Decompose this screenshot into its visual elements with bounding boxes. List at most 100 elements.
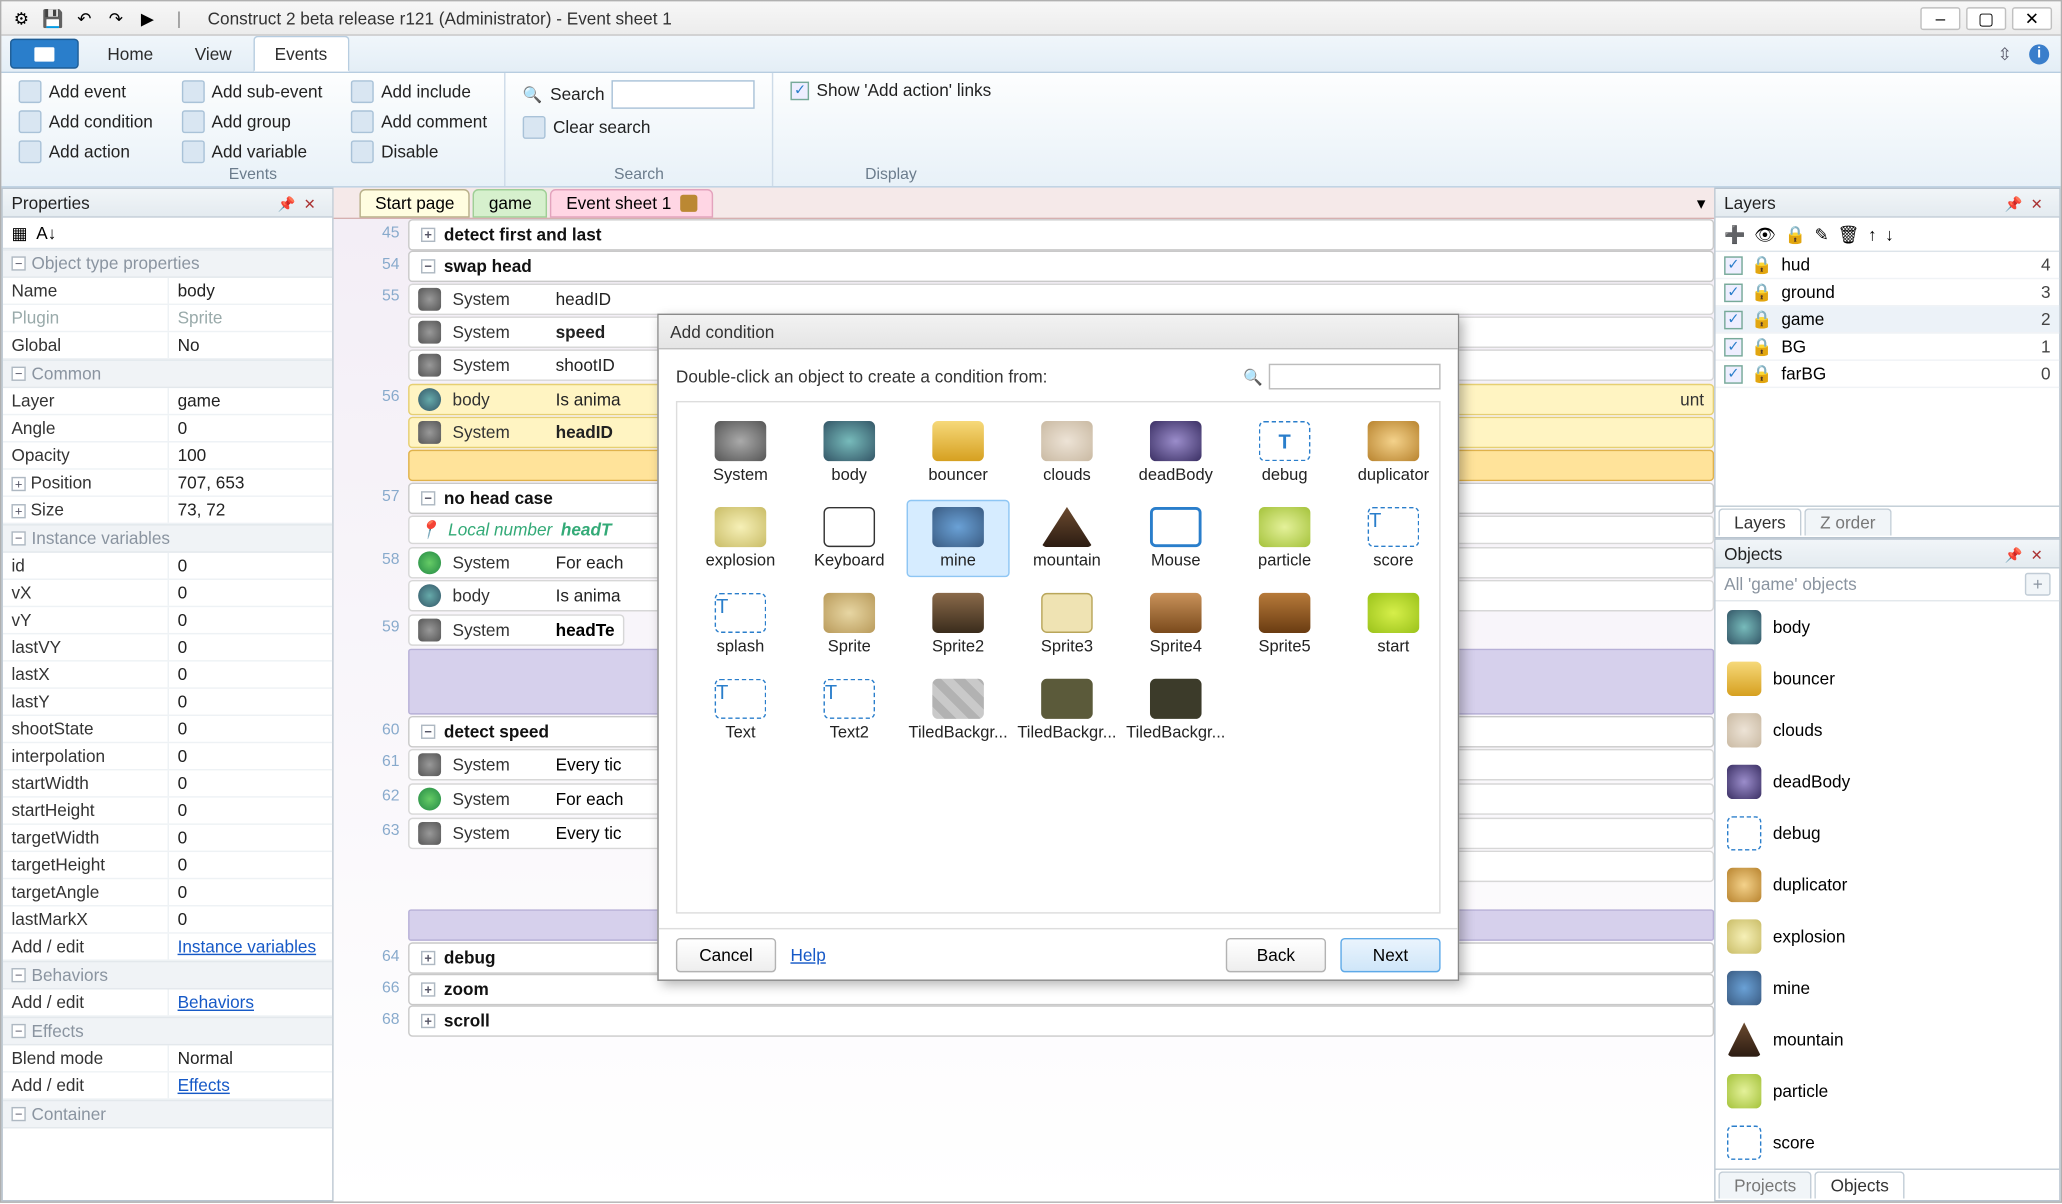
maximize-button[interactable]: ▢ — [1966, 6, 2006, 29]
grid-item[interactable]: mountain — [1015, 500, 1118, 577]
event-row[interactable]: SystemheadID — [408, 284, 1714, 316]
expander-icon[interactable]: − — [11, 256, 25, 270]
objects-list[interactable]: bodybouncercloudsdeadBodydebugduplicator… — [1716, 601, 2060, 1168]
add-object-icon[interactable]: + — [2025, 573, 2051, 596]
help-info-icon[interactable]: i — [2029, 44, 2049, 64]
grid-item[interactable]: particle — [1233, 500, 1336, 577]
expander-icon[interactable]: − — [11, 531, 25, 545]
search-button[interactable]: Search — [520, 79, 758, 111]
dialog-search-input[interactable] — [1269, 364, 1441, 390]
layer-visible-checkbox[interactable] — [1724, 256, 1743, 275]
event-row[interactable]: SystemheadTe — [408, 614, 624, 646]
tab-home[interactable]: Home — [87, 36, 174, 72]
object-item[interactable]: clouds — [1716, 705, 2060, 757]
ribbon-collapse-icon[interactable] — [1998, 44, 2018, 64]
close-icon[interactable] — [2031, 543, 2051, 563]
clear-search-button[interactable]: Clear search — [520, 115, 758, 141]
show-add-action-toggle[interactable]: Show 'Add action' links — [788, 79, 994, 102]
tab-events[interactable]: Events — [253, 36, 348, 72]
object-item[interactable]: explosion — [1716, 911, 2060, 963]
add-action-button[interactable]: Add action — [16, 139, 156, 165]
grid-item[interactable]: deadBody — [1124, 414, 1227, 491]
grid-item[interactable]: explosion — [689, 500, 792, 577]
tab-projects[interactable]: Projects — [1718, 1171, 1812, 1198]
add-layer-icon[interactable]: ➕ — [1724, 224, 1745, 244]
pin-icon[interactable] — [2005, 543, 2025, 563]
add-comment-button[interactable]: Add comment — [348, 109, 490, 135]
grid-item[interactable]: System — [689, 414, 792, 491]
effects-link[interactable]: Effects — [168, 1073, 333, 1099]
grid-item[interactable]: TText2 — [798, 672, 901, 749]
next-button[interactable]: Next — [1340, 937, 1440, 971]
search-input[interactable] — [612, 80, 755, 109]
undo-icon[interactable]: ↶ — [73, 6, 96, 29]
grid-item[interactable]: TiledBackgr... — [906, 672, 1009, 749]
layer-visible-checkbox[interactable] — [1724, 364, 1743, 383]
object-item[interactable]: duplicator — [1716, 859, 2060, 911]
add-condition-button[interactable]: Add condition — [16, 109, 156, 135]
tab-close-icon[interactable] — [680, 194, 697, 211]
add-group-button[interactable]: Add group — [179, 109, 326, 135]
expander-icon[interactable]: − — [11, 367, 25, 381]
back-button[interactable]: Back — [1226, 937, 1326, 971]
sort-icon[interactable]: A↓ — [36, 223, 56, 243]
help-link[interactable]: Help — [790, 944, 825, 964]
object-item[interactable]: score — [1716, 1117, 2060, 1169]
layer-visible-checkbox[interactable] — [1724, 310, 1743, 329]
tab-view[interactable]: View — [175, 36, 253, 72]
grid-item[interactable]: Mouse — [1124, 500, 1227, 577]
lock-icon[interactable]: 🔒 — [1785, 224, 1806, 244]
cancel-button[interactable]: Cancel — [676, 937, 776, 971]
close-button[interactable]: ✕ — [2012, 6, 2052, 29]
tab-layers[interactable]: Layers — [1718, 508, 1801, 535]
grid-item[interactable]: start — [1342, 586, 1441, 663]
trash-icon[interactable]: 🗑 — [1838, 224, 1860, 244]
layer-visible-checkbox[interactable] — [1724, 283, 1743, 302]
layer-row[interactable]: 🔒ground3 — [1716, 279, 2060, 306]
close-icon[interactable] — [304, 193, 324, 213]
group-detect-first-last[interactable]: +detect first and last — [408, 219, 1714, 251]
grid-item[interactable]: Sprite2 — [906, 586, 1009, 663]
grid-item[interactable]: duplicator — [1342, 414, 1441, 491]
object-item[interactable]: body — [1716, 601, 2060, 653]
grid-item[interactable]: Tscore — [1342, 500, 1441, 577]
grid-item[interactable]: body — [798, 414, 901, 491]
tab-start-page[interactable]: Start page — [359, 188, 470, 217]
move-up-icon[interactable]: ↑ — [1868, 224, 1877, 244]
redo-icon[interactable]: ↷ — [105, 6, 128, 29]
properties-list[interactable]: −Object type properties Namebody PluginS… — [3, 249, 332, 1200]
grid-item[interactable]: Sprite — [798, 586, 901, 663]
instance-variables-link[interactable]: Instance variables — [168, 934, 333, 960]
object-item[interactable]: deadBody — [1716, 756, 2060, 808]
grid-item[interactable]: clouds — [1015, 414, 1118, 491]
add-event-button[interactable]: Add event — [16, 79, 156, 105]
tab-event-sheet-1[interactable]: Event sheet 1 — [550, 188, 712, 217]
layer-row[interactable]: 🔒BG1 — [1716, 334, 2060, 361]
tab-zorder[interactable]: Z order — [1804, 508, 1891, 535]
layer-row[interactable]: 🔒farBG0 — [1716, 361, 2060, 388]
categorize-icon[interactable]: ▦ — [11, 223, 27, 243]
grid-item[interactable]: Sprite3 — [1015, 586, 1118, 663]
grid-item[interactable]: Sprite5 — [1233, 586, 1336, 663]
pin-icon[interactable] — [2005, 193, 2025, 213]
eye-icon[interactable]: 👁 — [1754, 224, 1776, 244]
behaviors-link[interactable]: Behaviors — [168, 990, 333, 1016]
layer-visible-checkbox[interactable] — [1724, 337, 1743, 356]
run-icon[interactable]: ▶ — [136, 6, 159, 29]
grid-item[interactable]: bouncer — [906, 414, 1009, 491]
grid-item[interactable]: Tdebug — [1233, 414, 1336, 491]
group-swap-head[interactable]: −swap head — [408, 251, 1714, 283]
tab-objects[interactable]: Objects — [1815, 1171, 1905, 1198]
grid-item[interactable]: Keyboard — [798, 500, 901, 577]
tabs-dropdown-icon[interactable]: ▾ — [1697, 193, 1706, 213]
grid-item[interactable]: mine — [906, 500, 1009, 577]
move-down-icon[interactable]: ↓ — [1885, 224, 1894, 244]
object-item[interactable]: particle — [1716, 1065, 2060, 1117]
objects-filter[interactable]: All 'game' objects + — [1716, 569, 2060, 602]
close-icon[interactable] — [2031, 193, 2051, 213]
add-variable-button[interactable]: Add variable — [179, 139, 326, 165]
file-menu-button[interactable] — [10, 39, 79, 69]
object-item[interactable]: mountain — [1716, 1014, 2060, 1066]
save-icon[interactable]: 💾 — [42, 6, 65, 29]
group-scroll[interactable]: +scroll — [408, 1005, 1714, 1037]
